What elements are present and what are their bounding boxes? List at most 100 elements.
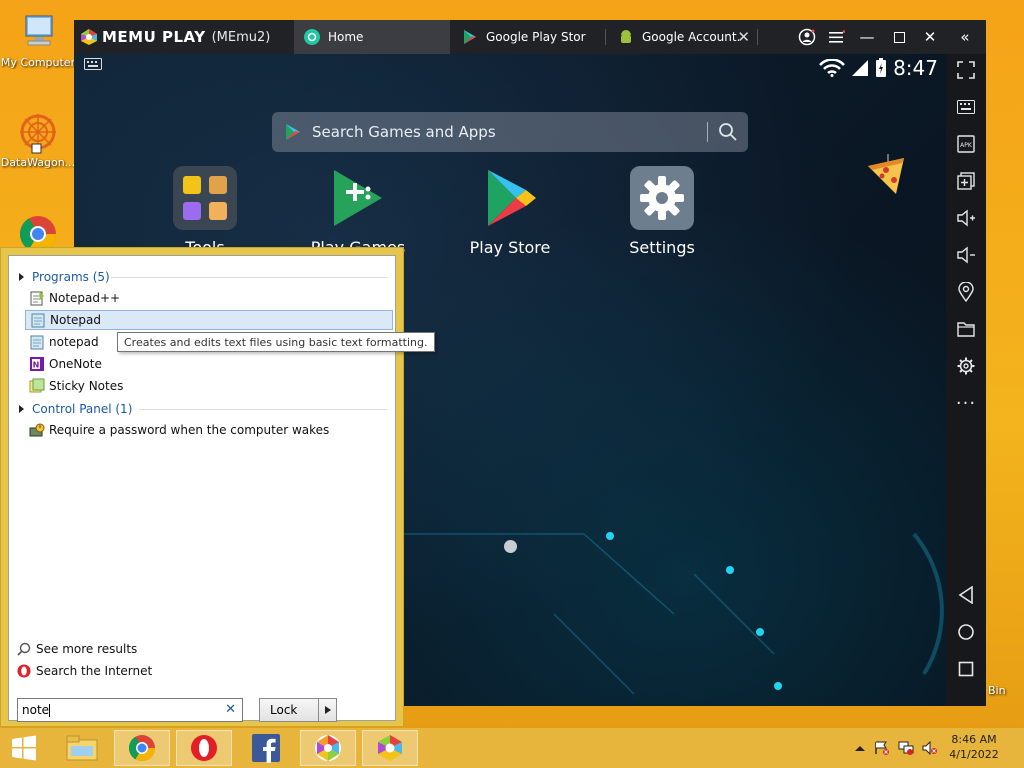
volume-muted-icon[interactable] bbox=[922, 741, 938, 755]
clear-search-icon[interactable]: ✕ bbox=[225, 702, 236, 717]
close-button[interactable]: ✕ bbox=[919, 26, 941, 48]
section-title: Programs (5) bbox=[32, 270, 110, 284]
more-button[interactable]: ··· bbox=[954, 391, 978, 415]
lock-button[interactable]: Lock bbox=[259, 698, 337, 722]
result-require-password[interactable]: Require a password when the computer wak… bbox=[25, 420, 329, 440]
start-menu-results: Programs (5) Notepad++ Notepad notepad N… bbox=[8, 255, 396, 722]
recycle-bin-label[interactable]: Bin bbox=[988, 684, 1006, 697]
taskbar-chrome[interactable] bbox=[114, 730, 170, 766]
text-caret bbox=[49, 703, 51, 717]
tab-close-icon[interactable]: ✕ bbox=[737, 28, 750, 46]
taskbar-memu[interactable] bbox=[362, 730, 418, 766]
android-icon bbox=[621, 30, 631, 43]
control-panel-section-header[interactable]: Control Panel (1) bbox=[19, 400, 387, 418]
shared-folder-button[interactable] bbox=[954, 317, 978, 341]
start-search-input[interactable]: note ✕ bbox=[17, 698, 243, 722]
expand-arrow-icon bbox=[19, 273, 24, 281]
datawagon-icon bbox=[16, 110, 60, 154]
result-notepad-plus-plus[interactable]: Notepad++ bbox=[25, 288, 120, 308]
desktop-icon-label: My Computer bbox=[0, 56, 76, 69]
lock-label: Lock bbox=[270, 703, 298, 717]
result-label: Notepad++ bbox=[49, 291, 121, 305]
more-icon: ··· bbox=[955, 392, 977, 414]
taskbar-memu-multi[interactable] bbox=[300, 730, 356, 766]
volume-down-icon bbox=[957, 246, 975, 264]
expand-arrow-icon bbox=[19, 405, 24, 413]
fullscreen-icon bbox=[957, 61, 975, 79]
memu-brand: MEMU PLAY (MEmu2) bbox=[80, 26, 270, 48]
tab-label: Google Account. bbox=[642, 30, 741, 44]
keyboard-icon bbox=[957, 100, 975, 114]
collapse-sidebar-button[interactable]: « bbox=[954, 26, 976, 48]
home-circle-icon bbox=[958, 624, 974, 640]
sticky-notes-icon bbox=[29, 378, 45, 393]
result-sticky-notes[interactable]: Sticky Notes bbox=[25, 376, 123, 396]
minimize-icon: — bbox=[859, 28, 875, 46]
android-back-button[interactable] bbox=[954, 583, 978, 607]
result-label: OneNote bbox=[49, 357, 102, 371]
fullscreen-button[interactable] bbox=[954, 58, 978, 82]
chevron-right-icon bbox=[324, 706, 331, 714]
onenote-icon: N bbox=[30, 357, 44, 371]
result-onenote[interactable]: N OneNote bbox=[25, 354, 102, 374]
lock-options-arrow[interactable] bbox=[318, 699, 336, 721]
action-center-flag-icon[interactable] bbox=[874, 741, 890, 755]
volume-up-button[interactable] bbox=[954, 206, 978, 230]
network-icon[interactable] bbox=[898, 741, 914, 755]
notepad-plus-plus-icon bbox=[30, 291, 44, 306]
clock-date: 4/1/2022 bbox=[949, 748, 999, 761]
install-apk-button[interactable]: APK bbox=[954, 132, 978, 156]
user-icon bbox=[798, 28, 816, 46]
svg-text:APK: APK bbox=[960, 142, 973, 149]
section-divider bbox=[139, 409, 387, 410]
android-home-button[interactable] bbox=[954, 620, 978, 644]
account-button[interactable] bbox=[796, 26, 818, 48]
tab-home[interactable]: Home bbox=[294, 20, 450, 54]
menu-button[interactable] bbox=[826, 26, 848, 48]
taskbar-file-explorer[interactable] bbox=[54, 730, 110, 766]
clock-time: 8:46 AM bbox=[951, 733, 997, 746]
volume-up-icon bbox=[957, 209, 975, 227]
tab-google-play-store[interactable]: Google Play Stor bbox=[452, 20, 606, 54]
result-label: notepad bbox=[49, 335, 99, 349]
folder-icon bbox=[66, 735, 98, 761]
memu-multi-icon bbox=[315, 735, 341, 761]
recents-icon bbox=[958, 661, 974, 677]
show-hidden-icons-icon[interactable] bbox=[852, 741, 868, 755]
result-notepad-file[interactable]: notepad bbox=[25, 332, 99, 352]
search-value: note bbox=[22, 703, 50, 717]
memu-brand-name: MEMU PLAY bbox=[102, 28, 206, 46]
multi-window-icon bbox=[957, 172, 975, 190]
android-recents-button[interactable] bbox=[954, 657, 978, 681]
chevrons-left-icon: « bbox=[960, 28, 970, 46]
notepad-icon bbox=[30, 335, 44, 350]
maximize-button[interactable] bbox=[888, 26, 910, 48]
section-divider bbox=[111, 277, 387, 278]
multi-window-button[interactable] bbox=[954, 169, 978, 193]
taskbar-facebook[interactable] bbox=[238, 730, 294, 766]
minimize-button[interactable]: — bbox=[856, 26, 878, 48]
search-internet-link[interactable]: Search the Internet bbox=[17, 662, 152, 680]
tab-google-account[interactable]: Google Account. ✕ bbox=[608, 20, 758, 54]
desktop-icon-my-computer[interactable]: My Computer bbox=[0, 10, 76, 69]
gear-icon bbox=[957, 357, 975, 375]
volume-down-button[interactable] bbox=[954, 243, 978, 267]
programs-section-header[interactable]: Programs (5) bbox=[19, 268, 387, 286]
keyboard-mapping-button[interactable] bbox=[954, 95, 978, 119]
desktop-icon-datawagon[interactable]: DataWagon... bbox=[0, 110, 76, 169]
chrome-icon bbox=[128, 735, 156, 762]
result-notepad[interactable]: Notepad bbox=[25, 310, 393, 330]
close-icon: ✕ bbox=[923, 28, 937, 46]
tab-label: Google Play Stor bbox=[486, 30, 586, 44]
page-indicator-dot bbox=[504, 540, 517, 553]
location-button[interactable] bbox=[954, 280, 978, 304]
notepad-tooltip: Creates and edits text files using basic… bbox=[117, 332, 435, 352]
start-button[interactable] bbox=[0, 730, 48, 766]
maximize-icon bbox=[893, 31, 905, 43]
notepad-icon bbox=[31, 313, 45, 328]
result-label: Sticky Notes bbox=[49, 379, 124, 393]
taskbar-clock[interactable]: 8:46 AM 4/1/2022 bbox=[942, 732, 1006, 762]
see-more-results-link[interactable]: See more results bbox=[17, 640, 137, 658]
settings-button[interactable] bbox=[954, 354, 978, 378]
taskbar-opera[interactable] bbox=[176, 730, 232, 766]
